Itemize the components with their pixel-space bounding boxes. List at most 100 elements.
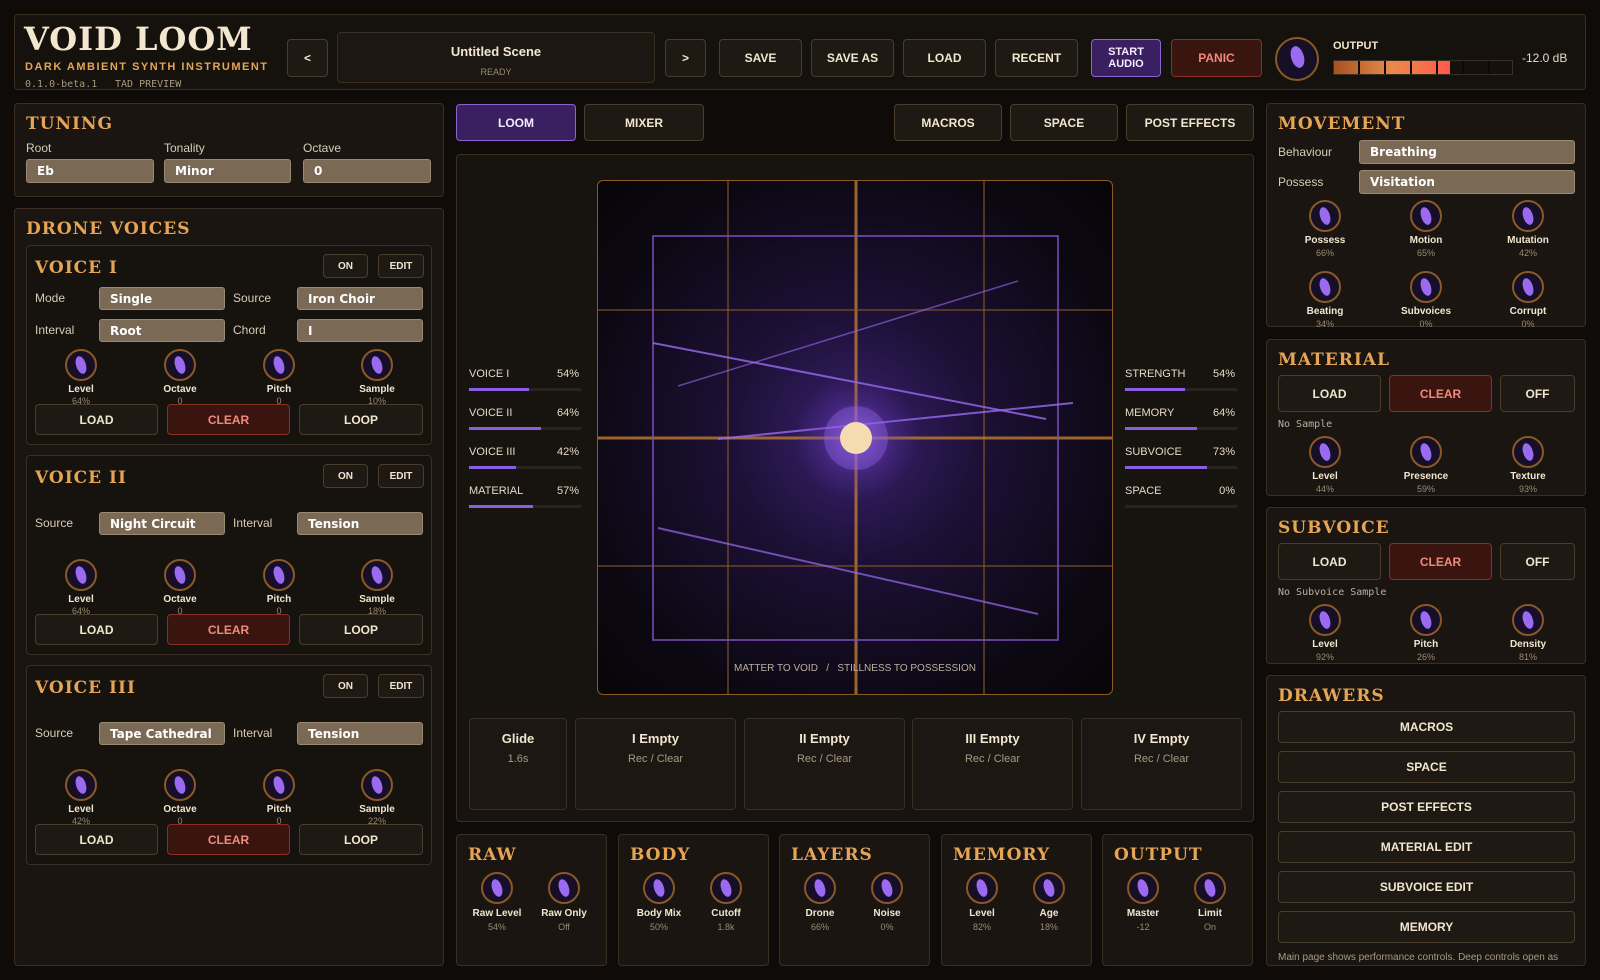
voice-2-sample-knob[interactable] xyxy=(361,559,393,591)
memory-age-knob[interactable] xyxy=(1033,872,1065,904)
tab-space[interactable]: SPACE xyxy=(1010,104,1118,141)
movement-motion-knob[interactable] xyxy=(1410,200,1442,232)
movement-possess-knob[interactable] xyxy=(1309,200,1341,232)
material-presence-knob[interactable] xyxy=(1410,436,1442,468)
voice-3-interval-select[interactable]: Tension xyxy=(297,722,423,745)
drawer-material-edit-button[interactable]: MATERIAL EDIT xyxy=(1278,831,1575,863)
right-meter-fill-memory xyxy=(1125,427,1197,430)
voice-3-clear-button[interactable]: CLEAR xyxy=(167,824,290,855)
memory-pad-3[interactable]: III Empty Rec / Clear xyxy=(912,718,1073,810)
panic-button[interactable]: PANIC xyxy=(1171,39,1262,77)
voice-3-on-button[interactable]: ON xyxy=(323,674,368,698)
next-scene-button[interactable]: > xyxy=(665,39,706,77)
voice-3-loop-button[interactable]: LOOP xyxy=(299,824,423,855)
memory-pad-2[interactable]: II Empty Rec / Clear xyxy=(744,718,905,810)
voice-2-edit-button[interactable]: EDIT xyxy=(378,464,424,488)
behaviour-select[interactable]: Breathing xyxy=(1359,140,1575,164)
voice-1-mode-select[interactable]: Single xyxy=(99,287,225,310)
material-clear-button[interactable]: CLEAR xyxy=(1389,375,1492,412)
voice-1-edit-button[interactable]: EDIT xyxy=(378,254,424,278)
xy-field[interactable]: MATTER TO VOID / STILLNESS TO POSSESSION xyxy=(597,180,1113,695)
drawer-subvoice-edit-button[interactable]: SUBVOICE EDIT xyxy=(1278,871,1575,903)
voice-2-level-knob[interactable] xyxy=(65,559,97,591)
voice-1-chord-select[interactable]: I xyxy=(297,319,423,342)
voice-2-on-button[interactable]: ON xyxy=(323,464,368,488)
tab-post-effects[interactable]: POST EFFECTS xyxy=(1126,104,1254,141)
glide-pad[interactable]: Glide 1.6s xyxy=(469,718,567,810)
material-off-button[interactable]: OFF xyxy=(1500,375,1575,412)
voice-3-load-button[interactable]: LOAD xyxy=(35,824,158,855)
voice-2-clear-button[interactable]: CLEAR xyxy=(167,614,290,645)
memory-pad-4[interactable]: IV Empty Rec / Clear xyxy=(1081,718,1242,810)
save-as-button[interactable]: SAVE AS xyxy=(811,39,894,77)
material-level-knob[interactable] xyxy=(1309,436,1341,468)
tonality-select[interactable]: Minor xyxy=(164,159,291,183)
tab-loom[interactable]: LOOM xyxy=(456,104,576,141)
voice-3-edit-button[interactable]: EDIT xyxy=(378,674,424,698)
voice-2-pitch-knob[interactable] xyxy=(263,559,295,591)
subvoice-load-button[interactable]: LOAD xyxy=(1278,543,1381,580)
movement-subvoices-label: Subvoices xyxy=(1400,306,1452,317)
memory-pad-1[interactable]: I Empty Rec / Clear xyxy=(575,718,736,810)
output-master-knob[interactable] xyxy=(1127,872,1159,904)
output-knob[interactable] xyxy=(1275,37,1319,81)
voice-3-sample-knob[interactable] xyxy=(361,769,393,801)
voice-1-level-knob[interactable] xyxy=(65,349,97,381)
voice-2-load-button[interactable]: LOAD xyxy=(35,614,158,645)
movement-beating-knob[interactable] xyxy=(1309,271,1341,303)
root-select[interactable]: Eb xyxy=(26,159,154,183)
voice-1-sample-knob[interactable] xyxy=(361,349,393,381)
voice-1-pitch-knob[interactable] xyxy=(263,349,295,381)
subvoice-pitch-knob[interactable] xyxy=(1410,604,1442,636)
movement-mutation-knob[interactable] xyxy=(1512,200,1544,232)
voice-1-source-select[interactable]: Iron Choir xyxy=(297,287,423,310)
voice-1-loop-button[interactable]: LOOP xyxy=(299,404,423,435)
drawer-macros-button[interactable]: MACROS xyxy=(1278,711,1575,743)
xy-cursor-handle[interactable] xyxy=(840,422,872,454)
voice-2-loop-button[interactable]: LOOP xyxy=(299,614,423,645)
drawer-memory-button[interactable]: MEMORY xyxy=(1278,911,1575,943)
output-limit-knob[interactable] xyxy=(1194,872,1226,904)
voice-1-octave-knob[interactable] xyxy=(164,349,196,381)
voice-3-level-knob[interactable] xyxy=(65,769,97,801)
subvoice-level-knob[interactable] xyxy=(1309,604,1341,636)
start-audio-button[interactable]: START AUDIO xyxy=(1091,39,1161,77)
raw-raw-only-knob[interactable] xyxy=(548,872,580,904)
tab-mixer[interactable]: MIXER xyxy=(584,104,704,141)
voice-3-source-select[interactable]: Tape Cathedral xyxy=(99,722,225,745)
body-cutoff-knob[interactable] xyxy=(710,872,742,904)
layers-drone-knob[interactable] xyxy=(804,872,836,904)
load-button[interactable]: LOAD xyxy=(903,39,986,77)
voice-2-interval-select[interactable]: Tension xyxy=(297,512,423,535)
material-texture-knob[interactable] xyxy=(1512,436,1544,468)
save-button[interactable]: SAVE xyxy=(719,39,802,77)
voice-1-on-button[interactable]: ON xyxy=(323,254,368,278)
raw-raw-level-knob[interactable] xyxy=(481,872,513,904)
prev-scene-button[interactable]: < xyxy=(287,39,328,77)
drawer-space-button[interactable]: SPACE xyxy=(1278,751,1575,783)
voice-1-interval-select[interactable]: Root xyxy=(99,319,225,342)
possess-select[interactable]: Visitation xyxy=(1359,170,1575,194)
subvoice-clear-button[interactable]: CLEAR xyxy=(1389,543,1492,580)
right-meter-track-space[interactable] xyxy=(1125,505,1237,508)
voice-2-octave-knob[interactable] xyxy=(164,559,196,591)
recent-button[interactable]: RECENT xyxy=(995,39,1078,77)
tab-macros[interactable]: MACROS xyxy=(894,104,1002,141)
voice-3-pitch-knob[interactable] xyxy=(263,769,295,801)
subvoice-off-button[interactable]: OFF xyxy=(1500,543,1575,580)
voice-2-source-select[interactable]: Night Circuit xyxy=(99,512,225,535)
drawers-panel: DRAWERS MACROS SPACE POST EFFECTS MATERIAL … xyxy=(1266,675,1586,966)
layers-noise-knob[interactable] xyxy=(871,872,903,904)
voice-1-load-button[interactable]: LOAD xyxy=(35,404,158,435)
subvoice-density-knob[interactable] xyxy=(1512,604,1544,636)
movement-subvoices-knob[interactable] xyxy=(1410,271,1442,303)
movement-corrupt-knob[interactable] xyxy=(1512,271,1544,303)
voice-3-octave-knob[interactable] xyxy=(164,769,196,801)
drawer-post-effects-button[interactable]: POST EFFECTS xyxy=(1278,791,1575,823)
body-body-mix-knob[interactable] xyxy=(643,872,675,904)
voice-1-clear-button[interactable]: CLEAR xyxy=(167,404,290,435)
memory-level-knob[interactable] xyxy=(966,872,998,904)
octave-select[interactable]: 0 xyxy=(303,159,431,183)
movement-subvoices-value: 0% xyxy=(1419,319,1433,329)
material-load-button[interactable]: LOAD xyxy=(1278,375,1381,412)
